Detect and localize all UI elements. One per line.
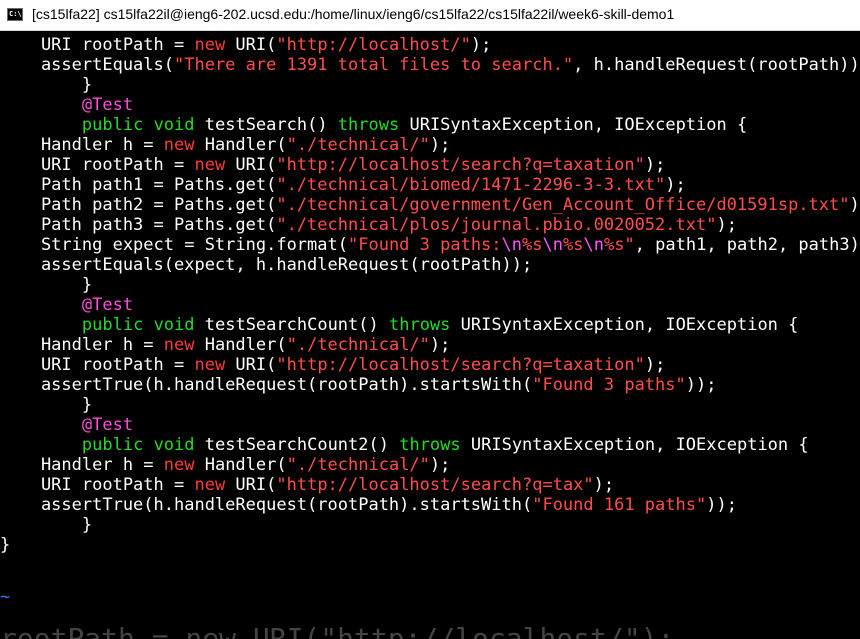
code-line: String expect = String.format("Found 3 p… bbox=[0, 235, 860, 255]
code-line: public void testSearch() throws URISynta… bbox=[81, 115, 748, 135]
code-line: @Test bbox=[81, 95, 134, 115]
code-line: } bbox=[0, 515, 93, 535]
code-line: } bbox=[0, 75, 93, 95]
vim-empty-line-tilde: ~ bbox=[0, 587, 11, 607]
code-line: Handler h = new Handler("./technical/"); bbox=[0, 455, 451, 475]
code-line: } bbox=[0, 275, 93, 295]
code-line: assertEquals("There are 1391 total files… bbox=[0, 55, 860, 75]
cmd-icon: C:\. bbox=[7, 8, 23, 21]
code-line: public void testSearchCount() throws URI… bbox=[81, 315, 799, 335]
code-line: assertTrue(h.handleRequest(rootPath).sta… bbox=[0, 495, 737, 515]
code-line: @Test bbox=[81, 295, 134, 315]
code-line: } bbox=[0, 535, 11, 555]
code-line: Path path2 = Paths.get("./technical/gove… bbox=[0, 195, 860, 215]
code-line: Handler h = new Handler("./technical/"); bbox=[0, 335, 451, 355]
code-line: @Test bbox=[81, 415, 134, 435]
code-line: public void testSearchCount2() throws UR… bbox=[81, 435, 809, 455]
code-line: URI rootPath = new URI("http://localhost… bbox=[0, 355, 666, 375]
scrolled-line-fragment: rootPath = new URI("http://localhost/"); bbox=[0, 622, 675, 639]
code-line: URI rootPath = new URI("http://localhost… bbox=[0, 155, 666, 175]
window-titlebar[interactable]: C:\. [cs15lfa22] cs15lfa22il@ieng6-202.u… bbox=[0, 0, 860, 31]
code-line: URI rootPath = new URI("http://localhost… bbox=[0, 475, 615, 495]
window-title: [cs15lfa22] cs15lfa22il@ieng6-202.ucsd.e… bbox=[32, 6, 675, 22]
code-editor[interactable]: URI rootPath = new URI("http://localhost… bbox=[0, 35, 860, 555]
code-line: assertEquals(expect, h.handleRequest(roo… bbox=[0, 255, 533, 275]
code-line: Path path1 = Paths.get("./technical/biom… bbox=[0, 175, 686, 195]
terminal-area[interactable]: URI rootPath = new URI("http://localhost… bbox=[0, 31, 860, 639]
code-line: } bbox=[0, 395, 93, 415]
code-line: assertTrue(h.handleRequest(rootPath).sta… bbox=[0, 375, 717, 395]
code-line: Handler h = new Handler("./technical/"); bbox=[0, 135, 451, 155]
code-line: Path path3 = Paths.get("./technical/plos… bbox=[0, 215, 737, 235]
code-line: URI rootPath = new URI("http://localhost… bbox=[0, 35, 492, 55]
